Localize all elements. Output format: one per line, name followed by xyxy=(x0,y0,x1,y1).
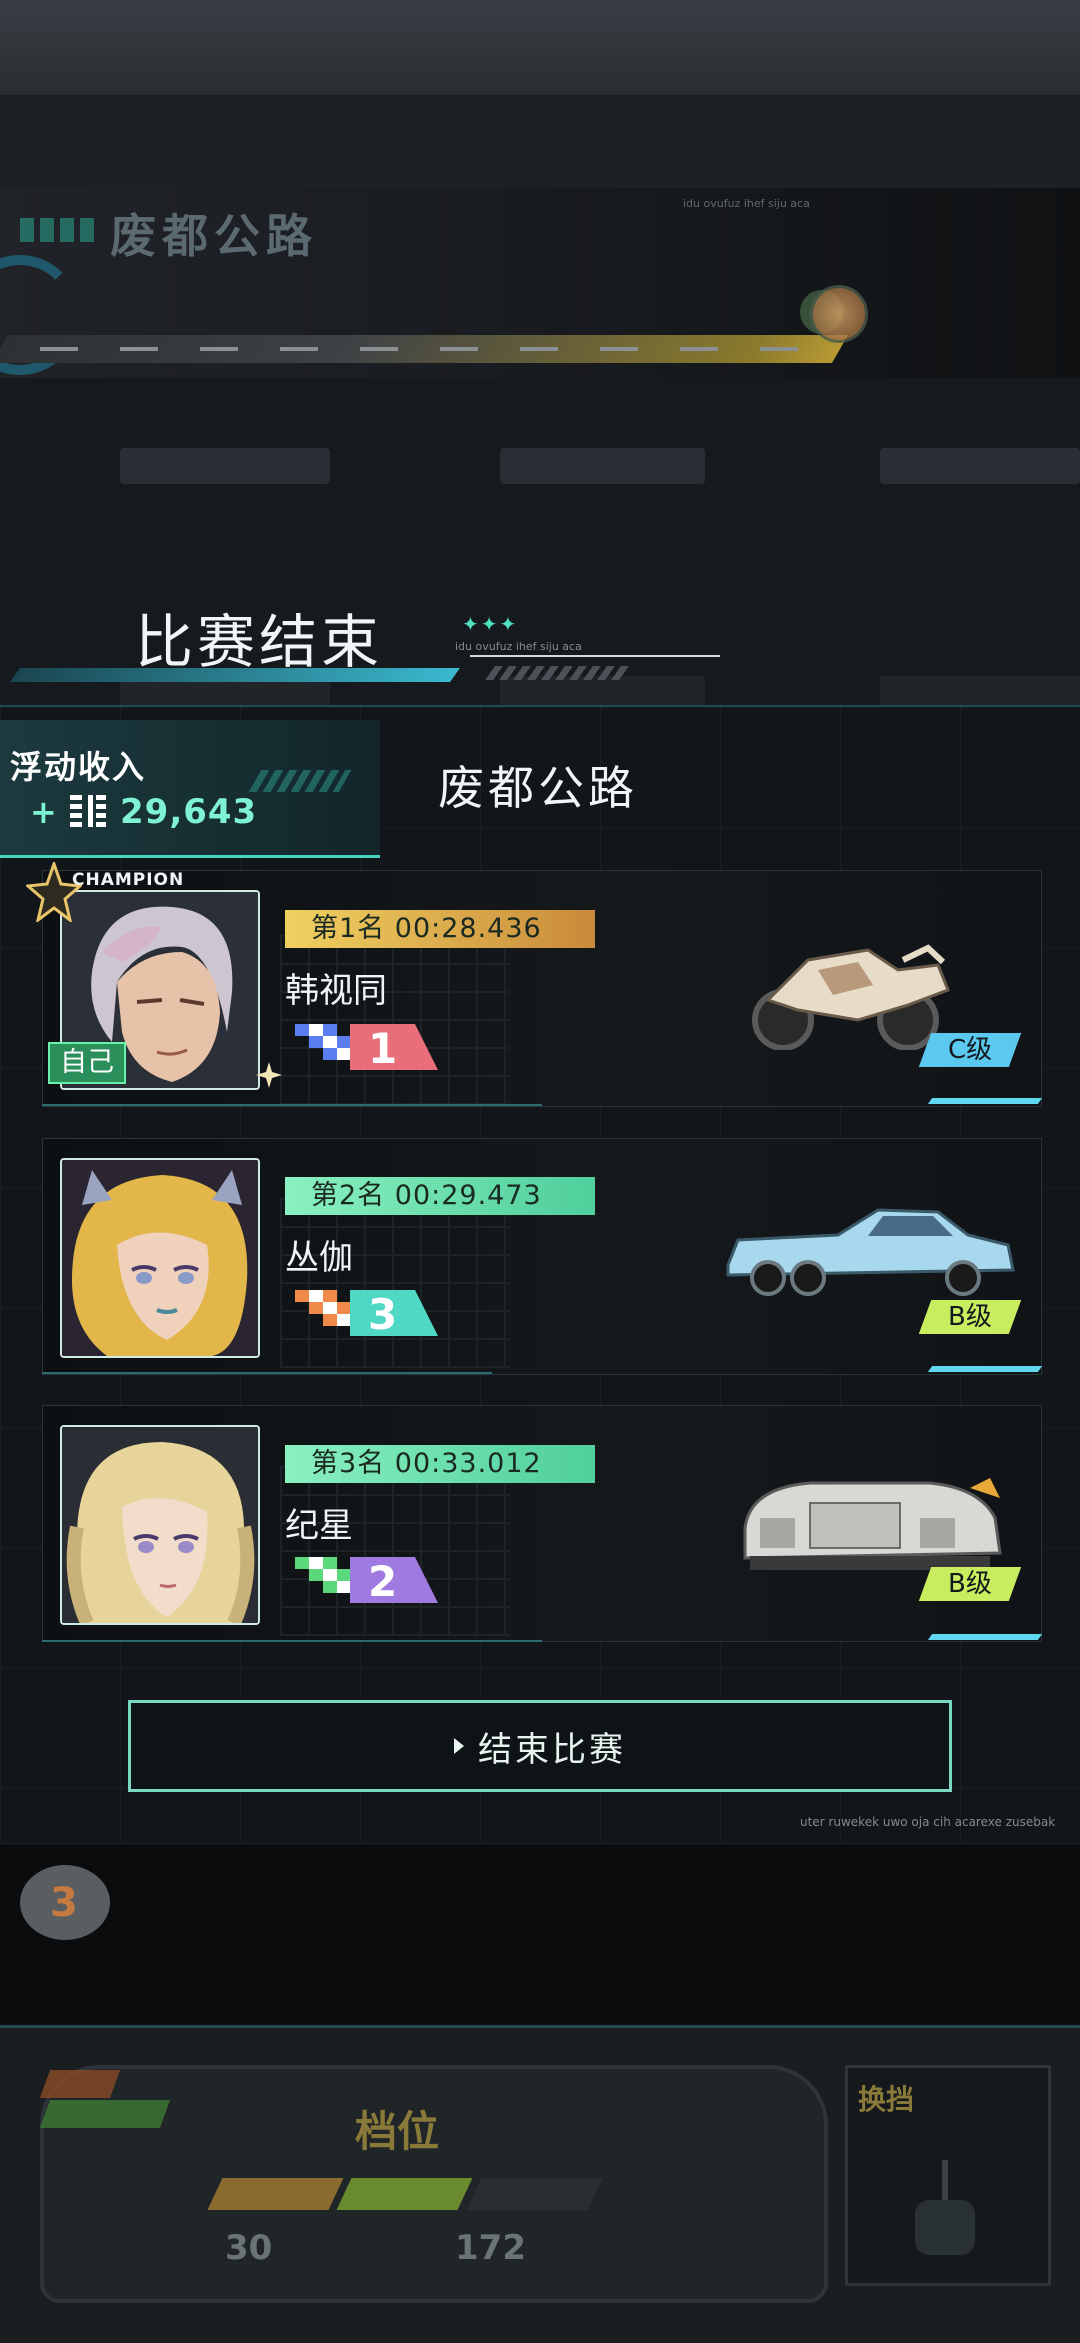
track-title-background: 废都公路 xyxy=(110,209,318,263)
blurred-label xyxy=(120,448,330,484)
position-marker-number: 3 xyxy=(50,1880,78,1926)
deco-caption-bottom: uter ruwekek uwo oja cih acarexe zusebak xyxy=(800,1815,1056,1829)
race-over-title: 比赛结束 xyxy=(135,608,384,676)
route-name: 废都公路 xyxy=(438,761,638,815)
deco-caption: idu ovufuz ihef siju aca xyxy=(455,640,582,653)
track-road-dashes xyxy=(40,347,820,351)
gear-shift-icon xyxy=(915,2160,975,2255)
vehicle-motorcycle-image xyxy=(752,944,950,1050)
rank-time-badge: 第1名 00:28.436 xyxy=(285,910,595,948)
gear-bar xyxy=(336,2178,474,2210)
title-hatch xyxy=(485,666,635,680)
row-glow xyxy=(927,1366,1043,1372)
champion-label: CHAMPION xyxy=(72,870,185,890)
row-divider xyxy=(42,1372,492,1374)
row-grid-deco xyxy=(280,935,510,1105)
route-accent-stripes xyxy=(20,218,100,242)
status-bar-area xyxy=(0,0,1080,95)
income-plus: + xyxy=(30,793,57,831)
title-rule xyxy=(470,655,720,657)
lap-flag-icon: 1 xyxy=(290,1022,440,1073)
lap-number: 3 xyxy=(368,1290,398,1339)
vehicle-grade-tag: B级 xyxy=(918,1300,1022,1334)
vehicle-grade-tag: C级 xyxy=(918,1033,1022,1067)
deco-caption-top: idu ovufuz ihef siju aca xyxy=(683,197,810,210)
gear-bar xyxy=(207,2178,344,2210)
grade-label: B级 xyxy=(948,1569,992,1599)
grade-label: B级 xyxy=(948,1302,992,1332)
self-tag: 自己 xyxy=(48,1042,126,1084)
player-marker-icon xyxy=(810,285,868,343)
blurred-label xyxy=(880,448,1080,484)
income-label: 浮动收入 xyxy=(10,748,147,786)
income-value: 29,643 xyxy=(120,792,258,832)
top-band xyxy=(0,95,1080,190)
sparkle-icon xyxy=(256,1062,282,1088)
title-underline xyxy=(10,668,460,682)
avatar-racer-2 xyxy=(60,1158,260,1358)
speed-right: 172 xyxy=(455,2228,526,2268)
shift-label: 换挡 xyxy=(858,2083,915,2116)
bottom-dark-area xyxy=(0,1845,1080,2025)
gear-label: 档位 xyxy=(355,2107,440,2156)
rank-time-badge: 第2名 00:29.473 xyxy=(285,1177,595,1215)
lap-flag-icon: 2 xyxy=(290,1555,440,1606)
row-grid-deco xyxy=(280,1466,510,1636)
racer-name: 纪星 xyxy=(285,1506,353,1546)
row-grid-deco xyxy=(280,1198,510,1368)
speed-left: 30 xyxy=(225,2228,273,2268)
row-divider xyxy=(42,1104,542,1106)
racer-name: 韩视同 xyxy=(285,971,387,1011)
row-divider xyxy=(42,1640,542,1642)
lap-number: 1 xyxy=(368,1024,398,1073)
gauge-segment xyxy=(39,2070,121,2098)
row-glow xyxy=(927,1098,1043,1104)
deco-stars-icon: ✦✦✦ xyxy=(462,612,519,636)
racer-name: 丛伽 xyxy=(285,1238,353,1278)
lap-flag-icon: 3 xyxy=(290,1288,440,1339)
vehicle-car-image xyxy=(726,1208,1015,1296)
blurred-label xyxy=(500,448,705,484)
avatar-racer-3 xyxy=(60,1425,260,1625)
grade-label: C级 xyxy=(947,1035,993,1065)
rank-time-badge: 第3名 00:33.012 xyxy=(285,1445,595,1483)
gear-bar xyxy=(466,2178,603,2210)
currency-icon xyxy=(70,795,106,827)
gear-bars xyxy=(207,2178,603,2210)
end-race-button[interactable]: 结束比赛 xyxy=(128,1700,952,1792)
income-stripes xyxy=(248,770,352,792)
gauge-segment xyxy=(39,2100,171,2128)
end-race-label: 结束比赛 xyxy=(478,1729,626,1770)
play-triangle-icon xyxy=(454,1738,464,1754)
row-glow xyxy=(927,1634,1043,1640)
lap-number: 2 xyxy=(368,1557,398,1606)
vehicle-grade-tag: B级 xyxy=(918,1567,1022,1601)
